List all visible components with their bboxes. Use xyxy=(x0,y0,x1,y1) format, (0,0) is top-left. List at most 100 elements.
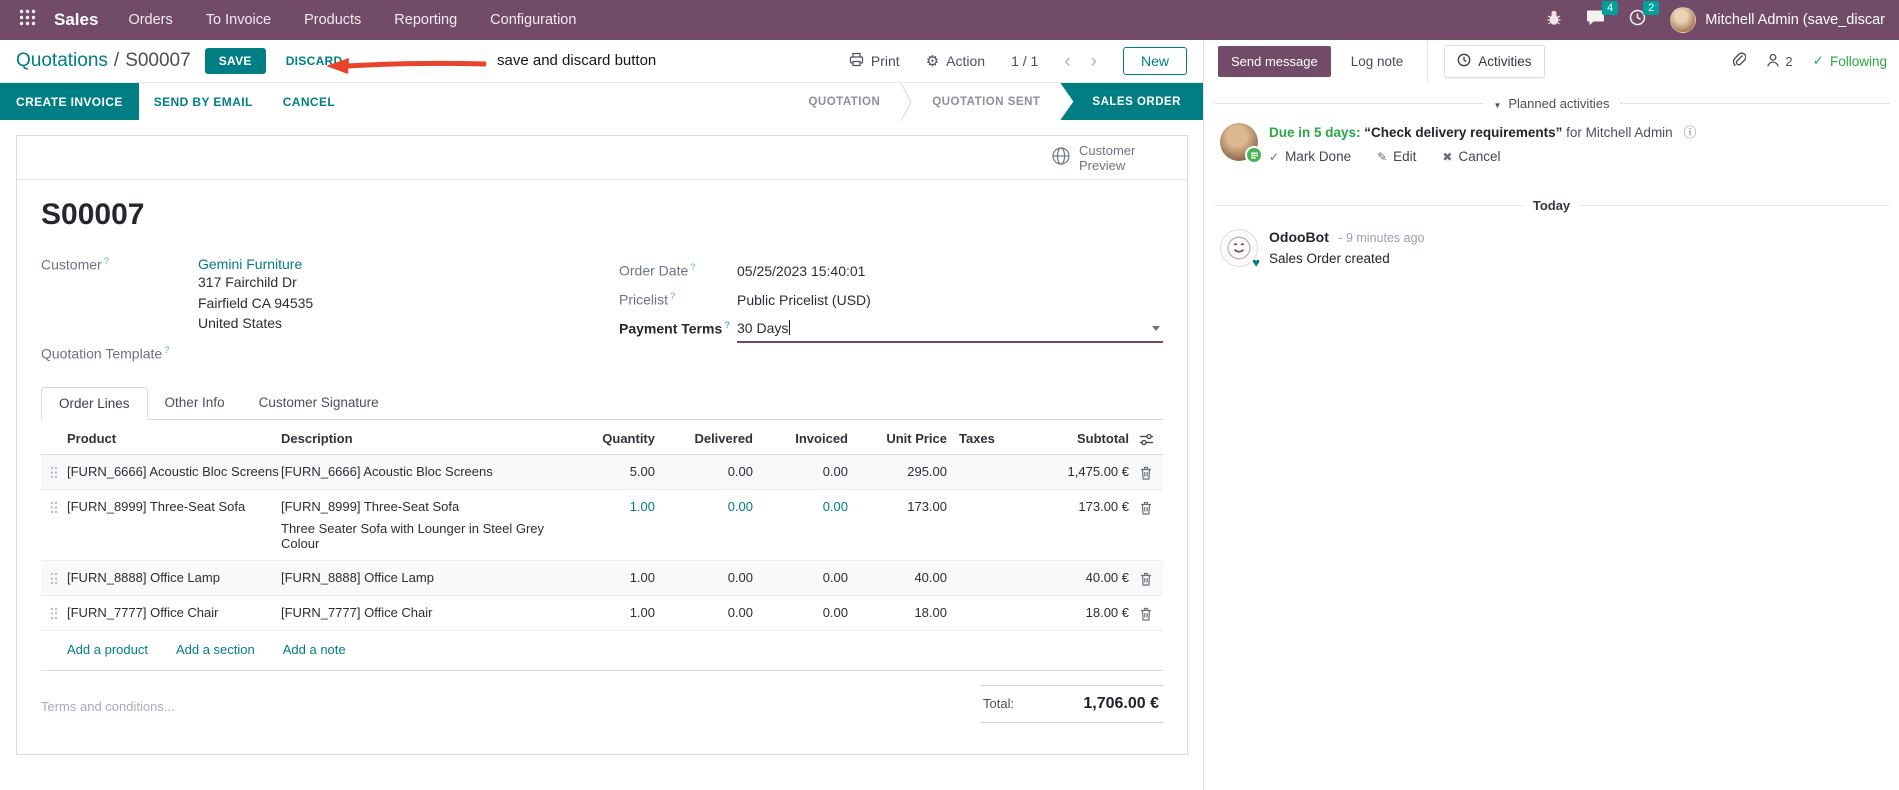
action-button[interactable]: ⚙ Action xyxy=(926,53,985,69)
drag-handle-icon[interactable] xyxy=(41,570,67,585)
stage-quotation[interactable]: QUOTATION xyxy=(788,83,900,120)
following-button[interactable]: ✓ Following xyxy=(1813,53,1887,69)
cell-description[interactable]: [FURN_8999] Three-Seat Sofa Three Seater… xyxy=(281,499,575,551)
activities-button[interactable]: Activities xyxy=(1444,44,1545,78)
drag-handle-icon[interactable] xyxy=(41,605,67,620)
optional-columns-icon[interactable] xyxy=(1129,431,1163,446)
col-delivered[interactable]: Delivered xyxy=(655,431,753,446)
cell-description[interactable]: [FURN_6666] Acoustic Bloc Screens xyxy=(281,464,575,479)
breadcrumb-quotations-link[interactable]: Quotations xyxy=(16,50,108,71)
tab-customer-signature[interactable]: Customer Signature xyxy=(242,387,396,420)
cell-quantity[interactable]: 1.00 xyxy=(575,605,655,620)
pager-next-icon[interactable]: › xyxy=(1091,52,1097,71)
payment-terms-label: Payment Terms? xyxy=(619,320,731,337)
order-date-field[interactable]: 05/25/2023 15:40:01 xyxy=(737,263,865,279)
caret-down-icon: ▼ xyxy=(1493,101,1502,110)
discard-button[interactable]: DISCARD xyxy=(276,48,353,74)
stage-pipeline: QUOTATION QUOTATION SENT SALES ORDER xyxy=(788,82,1203,121)
cancel-activity-button[interactable]: ✖ Cancel xyxy=(1442,149,1500,164)
dropdown-caret-icon[interactable] xyxy=(1152,326,1160,331)
cell-description[interactable]: [FURN_8888] Office Lamp xyxy=(281,570,575,585)
col-description[interactable]: Description xyxy=(281,431,575,446)
cell-quantity[interactable]: 1.00 xyxy=(575,570,655,585)
cell-description[interactable]: [FURN_7777] Office Chair xyxy=(281,605,575,620)
col-subtotal[interactable]: Subtotal xyxy=(1033,431,1129,446)
customer-name-link[interactable]: Gemini Furniture xyxy=(198,256,313,272)
mark-done-button[interactable]: ✓ Mark Done xyxy=(1269,149,1351,164)
planned-activities-header[interactable]: ▼ Planned activities xyxy=(1214,96,1889,111)
cancel-button[interactable]: CANCEL xyxy=(268,83,350,120)
cell-product[interactable]: [FURN_6666] Acoustic Bloc Screens xyxy=(67,464,281,479)
print-button[interactable]: Print xyxy=(849,52,900,70)
add-a-section-link[interactable]: Add a section xyxy=(176,642,255,657)
col-taxes[interactable]: Taxes xyxy=(947,431,1033,446)
messages-button[interactable]: 4 xyxy=(1586,1,1619,31)
send-by-email-button[interactable]: SEND BY EMAIL xyxy=(139,83,268,120)
control-panel: Quotations / S00007 SAVE DISCARD save and … xyxy=(0,40,1203,82)
send-message-button[interactable]: Send message xyxy=(1218,45,1331,77)
activities-clock-button[interactable]: 2 xyxy=(1629,1,1660,31)
add-a-product-link[interactable]: Add a product xyxy=(67,642,148,657)
stage-quotation-sent[interactable]: QUOTATION SENT xyxy=(912,83,1060,120)
col-unit-price[interactable]: Unit Price xyxy=(848,431,947,446)
cell-quantity[interactable]: 5.00 xyxy=(575,464,655,479)
drag-handle-icon[interactable] xyxy=(41,499,67,514)
cell-quantity[interactable]: 1.00 xyxy=(575,499,655,514)
cell-delivered[interactable]: 0.00 xyxy=(655,499,753,514)
cell-invoiced[interactable]: 0.00 xyxy=(753,570,848,585)
col-quantity[interactable]: Quantity xyxy=(575,431,655,446)
cell-unit-price[interactable]: 40.00 xyxy=(848,570,947,585)
payment-terms-field[interactable]: 30 Days xyxy=(737,314,1163,343)
cell-invoiced[interactable]: 0.00 xyxy=(753,605,848,620)
log-note-button[interactable]: Log note xyxy=(1347,46,1408,77)
debug-bug-icon[interactable] xyxy=(1546,10,1562,31)
edit-activity-button[interactable]: ✎ Edit xyxy=(1377,149,1416,164)
cell-delivered[interactable]: 0.00 xyxy=(655,605,753,620)
stage-sales-order[interactable]: SALES ORDER xyxy=(1060,83,1203,120)
followers-button[interactable]: 2 xyxy=(1766,53,1793,70)
messages-count-badge: 4 xyxy=(1602,1,1619,15)
statusbar: CREATE INVOICE SEND BY EMAIL CANCEL QUOT… xyxy=(0,82,1203,121)
cell-unit-price[interactable]: 173.00 xyxy=(848,499,947,514)
menu-to-invoice[interactable]: To Invoice xyxy=(206,12,271,28)
x-icon: ✖ xyxy=(1442,149,1453,164)
pricelist-field[interactable]: Public Pricelist (USD) xyxy=(737,292,871,308)
cell-invoiced[interactable]: 0.00 xyxy=(753,464,848,479)
apps-menu-button[interactable] xyxy=(10,0,44,40)
customer-preview-button[interactable]: Customer Preview xyxy=(1051,143,1147,173)
col-product[interactable]: Product xyxy=(67,431,281,446)
cell-unit-price[interactable]: 18.00 xyxy=(848,605,947,620)
cell-invoiced[interactable]: 0.00 xyxy=(753,499,848,514)
delete-row-icon[interactable] xyxy=(1129,464,1163,480)
menu-configuration[interactable]: Configuration xyxy=(490,12,576,28)
toolbar-divider xyxy=(1427,40,1429,82)
cell-unit-price[interactable]: 295.00 xyxy=(848,464,947,479)
apps-grid-icon xyxy=(19,9,36,31)
attachments-button[interactable] xyxy=(1731,51,1747,72)
delete-row-icon[interactable] xyxy=(1129,605,1163,621)
drag-handle-icon[interactable] xyxy=(41,464,67,479)
delete-row-icon[interactable] xyxy=(1129,499,1163,515)
menu-orders[interactable]: Orders xyxy=(128,12,172,28)
create-invoice-button[interactable]: CREATE INVOICE xyxy=(0,83,139,120)
col-invoiced[interactable]: Invoiced xyxy=(753,431,848,446)
delete-row-icon[interactable] xyxy=(1129,570,1163,586)
new-button[interactable]: New xyxy=(1122,47,1187,75)
cell-product[interactable]: [FURN_8999] Three-Seat Sofa xyxy=(67,499,281,514)
cell-delivered[interactable]: 0.00 xyxy=(655,570,753,585)
save-button[interactable]: SAVE xyxy=(204,48,266,74)
menu-products[interactable]: Products xyxy=(304,12,361,28)
cell-product[interactable]: [FURN_7777] Office Chair xyxy=(67,605,281,620)
user-menu[interactable]: Mitchell Admin (save_discar xyxy=(1670,7,1885,33)
add-a-note-link[interactable]: Add a note xyxy=(283,642,346,657)
cell-subtotal: 1,475.00 € xyxy=(1067,464,1129,480)
terms-and-conditions-placeholder[interactable]: Terms and conditions... xyxy=(41,685,175,723)
app-name[interactable]: Sales xyxy=(54,10,98,30)
tab-order-lines[interactable]: Order Lines xyxy=(41,387,148,421)
pager-previous-icon[interactable]: ‹ xyxy=(1064,52,1070,71)
tab-other-info[interactable]: Other Info xyxy=(148,387,242,420)
cell-product[interactable]: [FURN_8888] Office Lamp xyxy=(67,570,281,585)
info-icon[interactable]: ⓘ xyxy=(1683,125,1696,140)
menu-reporting[interactable]: Reporting xyxy=(394,12,457,28)
cell-delivered[interactable]: 0.00 xyxy=(655,464,753,479)
